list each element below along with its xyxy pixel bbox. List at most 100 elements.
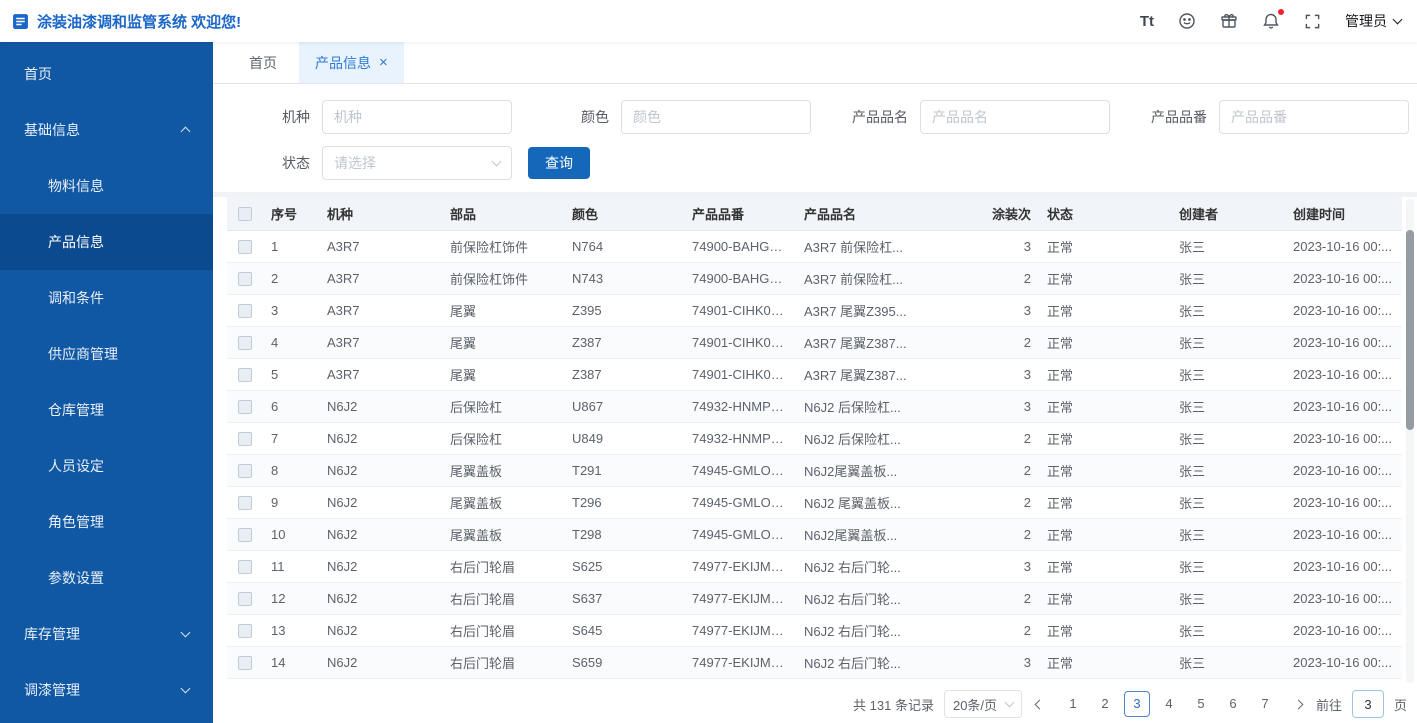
- header-actions: Tt 管理员: [1140, 9, 1403, 31]
- sidebar-item-supplier-management[interactable]: 供应商管理: [0, 326, 213, 382]
- query-button[interactable]: 查询: [528, 147, 590, 179]
- row-checkbox[interactable]: [238, 335, 252, 350]
- cell-machine-type: N6J2: [319, 614, 442, 647]
- cell-index: 12: [263, 582, 319, 615]
- sidebar-item-parameter-settings[interactable]: 参数设置: [0, 550, 213, 606]
- next-page-button[interactable]: [1291, 699, 1306, 709]
- machine-type-input[interactable]: [322, 100, 512, 134]
- main-content: 首页 产品信息 × 机种 颜色 产品品名 产品品番 状态: [213, 42, 1417, 723]
- product-name-input[interactable]: [920, 100, 1110, 134]
- page-3[interactable]: 3: [1123, 691, 1150, 717]
- page-2[interactable]: 2: [1092, 691, 1118, 717]
- cell-creator: 张三: [1171, 486, 1285, 519]
- cell-product-no: 74901-CIHK00...: [684, 294, 796, 327]
- cell-created-time: 2023-10-16 00:...: [1285, 550, 1402, 583]
- page-7[interactable]: 7: [1252, 691, 1278, 717]
- row-checkbox[interactable]: [238, 495, 252, 510]
- row-checkbox[interactable]: [238, 623, 252, 638]
- table-row: 5 A3R7 尾翼 Z387 74901-CIHK00... A3R7 尾翼Z387...…: [227, 358, 1402, 391]
- sidebar-item-warehouse-management[interactable]: 仓库管理: [0, 382, 213, 438]
- row-checkbox[interactable]: [238, 431, 252, 446]
- sidebar-item-product-info[interactable]: 产品信息: [0, 214, 213, 270]
- tab-product-info[interactable]: 产品信息 ×: [299, 42, 404, 83]
- page-size-select[interactable]: 20条/页: [943, 690, 1022, 718]
- tab-close-icon[interactable]: ×: [379, 55, 388, 70]
- cell-color: T291: [564, 454, 684, 487]
- cell-color: S659: [564, 646, 684, 679]
- row-checkbox[interactable]: [238, 367, 252, 382]
- cell-product-name: A3R7 尾翼Z387...: [796, 358, 921, 391]
- cell-product-name: N6J2尾翼盖板...: [796, 454, 921, 487]
- prev-page-button[interactable]: [1032, 699, 1047, 709]
- row-select-cell: [227, 646, 263, 679]
- sidebar-item-paint-mixing-management[interactable]: 调漆管理: [0, 662, 213, 718]
- chevron-down-icon: [180, 627, 191, 638]
- table-row: 7 N6J2 后保险杠 U849 74932-HNMP0... N6J2 后保险杠... 2…: [227, 422, 1402, 455]
- cell-color: N743: [564, 262, 684, 295]
- row-select-cell: [227, 230, 263, 263]
- table-row: 4 A3R7 尾翼 Z387 74901-CIHK00... A3R7 尾翼Z387...…: [227, 326, 1402, 359]
- notification-bell-icon[interactable]: [1262, 9, 1284, 30]
- cell-machine-type: N6J2: [319, 550, 442, 583]
- color-input[interactable]: [621, 100, 811, 134]
- cell-index: 3: [263, 294, 319, 327]
- page-1[interactable]: 1: [1060, 691, 1086, 717]
- fullscreen-icon[interactable]: [1304, 13, 1321, 30]
- cell-coating-count: 2: [921, 326, 1039, 359]
- chevron-right-icon: [1293, 699, 1304, 709]
- cell-product-name: A3R7 尾翼Z395...: [796, 294, 921, 327]
- app-title: 涂装油漆调和监管系统 欢迎您!: [37, 13, 242, 31]
- page-5[interactable]: 5: [1188, 691, 1214, 717]
- sidebar-item-label: 参数设置: [48, 570, 104, 586]
- emoji-icon[interactable]: [1178, 12, 1196, 30]
- scrollbar-thumb[interactable]: [1406, 230, 1414, 430]
- gift-icon[interactable]: [1220, 12, 1238, 30]
- cell-status: 正常: [1039, 454, 1171, 487]
- row-checkbox[interactable]: [238, 591, 252, 606]
- sidebar-item-basic-info[interactable]: 基础信息: [0, 102, 213, 158]
- cell-coating-count: 2: [921, 486, 1039, 519]
- sidebar-item-mixing-conditions[interactable]: 调和条件: [0, 270, 213, 326]
- cell-creator: 张三: [1171, 326, 1285, 359]
- page-4[interactable]: 4: [1156, 691, 1182, 717]
- row-checkbox[interactable]: [238, 303, 252, 318]
- cell-machine-type: N6J2: [319, 518, 442, 551]
- column-header-index: 序号: [263, 197, 319, 231]
- select-all-checkbox[interactable]: [238, 207, 252, 222]
- row-select-cell: [227, 422, 263, 455]
- cell-color: Z395: [564, 294, 684, 327]
- sidebar-item-label: 基础信息: [24, 122, 80, 138]
- font-size-icon[interactable]: Tt: [1140, 13, 1154, 30]
- row-checkbox[interactable]: [238, 463, 252, 478]
- row-checkbox[interactable]: [238, 655, 252, 670]
- row-checkbox[interactable]: [238, 527, 252, 542]
- cell-status: 正常: [1039, 294, 1171, 327]
- chevron-up-icon: [180, 126, 191, 137]
- row-checkbox[interactable]: [238, 559, 252, 574]
- product-no-input[interactable]: [1219, 100, 1409, 134]
- sidebar-item-home[interactable]: 首页: [0, 46, 213, 102]
- page-6[interactable]: 6: [1220, 691, 1246, 717]
- tab-home[interactable]: 首页: [233, 42, 293, 83]
- user-menu[interactable]: 管理员: [1345, 11, 1403, 31]
- cell-status: 正常: [1039, 390, 1171, 423]
- select-all-cell: [227, 197, 263, 231]
- cell-product-name: N6J2 右后门轮...: [796, 582, 921, 615]
- status-select[interactable]: 请选择: [322, 146, 512, 180]
- sidebar-item-label: 库存管理: [24, 626, 80, 642]
- cell-index: 8: [263, 454, 319, 487]
- sidebar-item-personnel-settings[interactable]: 人员设定: [0, 438, 213, 494]
- row-checkbox[interactable]: [238, 399, 252, 414]
- sidebar-item-role-management[interactable]: 角色管理: [0, 494, 213, 550]
- cell-coating-count: 3: [921, 294, 1039, 327]
- field-product-name: 产品品名: [811, 100, 1110, 134]
- column-header-coating-count: 涂装次: [921, 197, 1039, 231]
- cell-part: 尾翼盖板: [442, 454, 564, 487]
- vertical-scrollbar[interactable]: [1406, 199, 1414, 683]
- goto-page-input[interactable]: [1351, 690, 1384, 718]
- row-checkbox[interactable]: [238, 271, 252, 286]
- sidebar-item-material-info[interactable]: 物料信息: [0, 158, 213, 214]
- sidebar-item-inventory-management[interactable]: 库存管理: [0, 606, 213, 662]
- row-checkbox[interactable]: [238, 239, 252, 254]
- table-row: 14 N6J2 右后门轮眉 S659 74977-EKIJM0... N6J2 右后门轮.…: [227, 646, 1402, 679]
